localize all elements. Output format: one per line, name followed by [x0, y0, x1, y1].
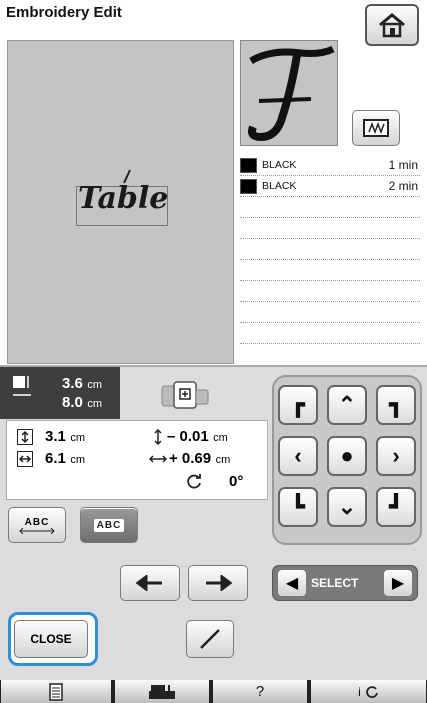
list-item-empty: [240, 281, 420, 302]
needle-icon: [199, 628, 221, 650]
horizontal-offset-icon: [149, 454, 167, 464]
list-item[interactable]: BLACK 2 min: [240, 176, 420, 197]
height-unit: cm: [70, 432, 85, 444]
horizontal-offset-unit: cm: [215, 454, 231, 466]
size-display: 3.6 cm 8.0 cm: [0, 367, 120, 419]
chevron-right-icon: ›: [392, 443, 400, 468]
document-icon: [49, 682, 63, 701]
position-info: 3.1 cm 6.1 cm – 0.01 cm + 0.69 cm 0°: [6, 420, 268, 500]
arrow-pad: ┏ ⌃ ┓ ‹ ● › ┗ ⌄ ┛: [272, 375, 422, 545]
rotate-icon: [185, 473, 203, 491]
vertical-offset-value: – 0.01: [167, 428, 209, 445]
height-icon: [17, 429, 33, 445]
move-up-right-button[interactable]: ┓: [376, 385, 416, 425]
thread-time: 2 min: [388, 179, 418, 193]
select-label: SELECT: [311, 576, 359, 590]
frame-icon: [361, 117, 391, 139]
design-canvas[interactable]: Table: [7, 40, 234, 364]
width-icon: [17, 451, 33, 467]
pattern-button[interactable]: [0, 680, 112, 703]
next-character-button[interactable]: [188, 565, 248, 601]
design-width-value: 8.0: [62, 394, 83, 411]
move-down-button[interactable]: ⌄: [327, 487, 367, 527]
list-item-empty: [240, 239, 420, 260]
refresh-icon: [365, 685, 379, 699]
character-spacing-button[interactable]: ABC: [8, 507, 66, 543]
center-button[interactable]: ●: [327, 436, 367, 476]
width-unit: cm: [70, 454, 85, 466]
center-dot-icon: ●: [340, 443, 354, 468]
move-right-button[interactable]: ›: [376, 436, 416, 476]
thread-swatch: [240, 157, 257, 173]
previous-character-button[interactable]: [120, 565, 180, 601]
sewing-machine-icon: [147, 683, 177, 701]
arrow-right-icon: [204, 575, 232, 591]
list-item-empty: [240, 197, 420, 218]
spacing-label: ABC: [24, 516, 50, 528]
thread-color-name: BLACK: [262, 180, 297, 192]
select-next-button[interactable]: ▶: [383, 569, 413, 597]
vertical-offset-unit: cm: [213, 432, 228, 444]
list-item-empty: [240, 260, 420, 281]
move-left-button[interactable]: ‹: [278, 436, 318, 476]
page-title: Embroidery Edit: [6, 4, 122, 21]
corner-down-left-icon: ┗: [291, 494, 305, 519]
selected-character-preview: [240, 40, 338, 146]
vertical-offset-icon: [153, 429, 163, 445]
thread-swatch: [240, 178, 257, 194]
thread-view-button[interactable]: [352, 110, 400, 146]
move-down-right-button[interactable]: ┛: [376, 487, 416, 527]
size-icon: [12, 375, 32, 401]
split-label: ABC: [93, 518, 125, 532]
width-value: 6.1: [45, 450, 66, 467]
select-prev-button[interactable]: ◀: [277, 569, 307, 597]
needle-pen-icon: [122, 169, 132, 185]
stitch-edit-button[interactable]: [186, 620, 234, 658]
list-item-empty: [240, 302, 420, 323]
help-label: ?: [255, 683, 265, 700]
list-item[interactable]: BLACK 1 min: [240, 155, 420, 176]
settings-info-label: i: [358, 684, 361, 699]
move-up-left-button[interactable]: ┏: [278, 385, 318, 425]
design-width-unit: cm: [87, 398, 102, 410]
design-height-unit: cm: [87, 379, 102, 391]
chevron-left-icon: ‹: [294, 443, 302, 468]
horizontal-offset-value: + 0.69: [169, 450, 212, 467]
split-characters-button[interactable]: ABC: [80, 507, 138, 543]
move-up-button[interactable]: ⌃: [327, 385, 367, 425]
height-value: 3.1: [45, 428, 66, 445]
thread-time: 1 min: [388, 158, 418, 172]
design-text: Table: [78, 181, 169, 216]
triangle-right-icon: ▶: [391, 575, 405, 592]
select-control: ◀ SELECT ▶: [272, 565, 418, 601]
home-button[interactable]: [365, 4, 419, 46]
corner-up-right-icon: ┓: [389, 392, 403, 417]
arrow-left-icon: [136, 575, 164, 591]
spacing-arrow-icon: [19, 527, 55, 534]
design-height-value: 3.6: [62, 375, 83, 392]
settings-button[interactable]: i: [310, 680, 427, 703]
chevron-up-icon: ⌃: [337, 392, 357, 417]
close-button[interactable]: CLOSE: [14, 620, 88, 658]
list-item-empty: [240, 218, 420, 239]
rotation-value: 0°: [229, 473, 244, 490]
thread-color-list: BLACK 1 min BLACK 2 min: [240, 155, 420, 365]
character-t-icon: [248, 45, 335, 142]
list-item-empty: [240, 323, 420, 344]
corner-down-right-icon: ┛: [389, 494, 403, 519]
frame-size-icon: [160, 380, 212, 410]
home-icon: [377, 12, 407, 38]
move-down-left-button[interactable]: ┗: [278, 487, 318, 527]
thread-color-name: BLACK: [262, 159, 297, 171]
triangle-left-icon: ◀: [285, 575, 299, 592]
corner-up-left-icon: ┏: [291, 392, 305, 417]
help-button[interactable]: ?: [212, 680, 308, 703]
chevron-down-icon: ⌄: [337, 494, 357, 519]
machine-button[interactable]: [114, 680, 210, 703]
